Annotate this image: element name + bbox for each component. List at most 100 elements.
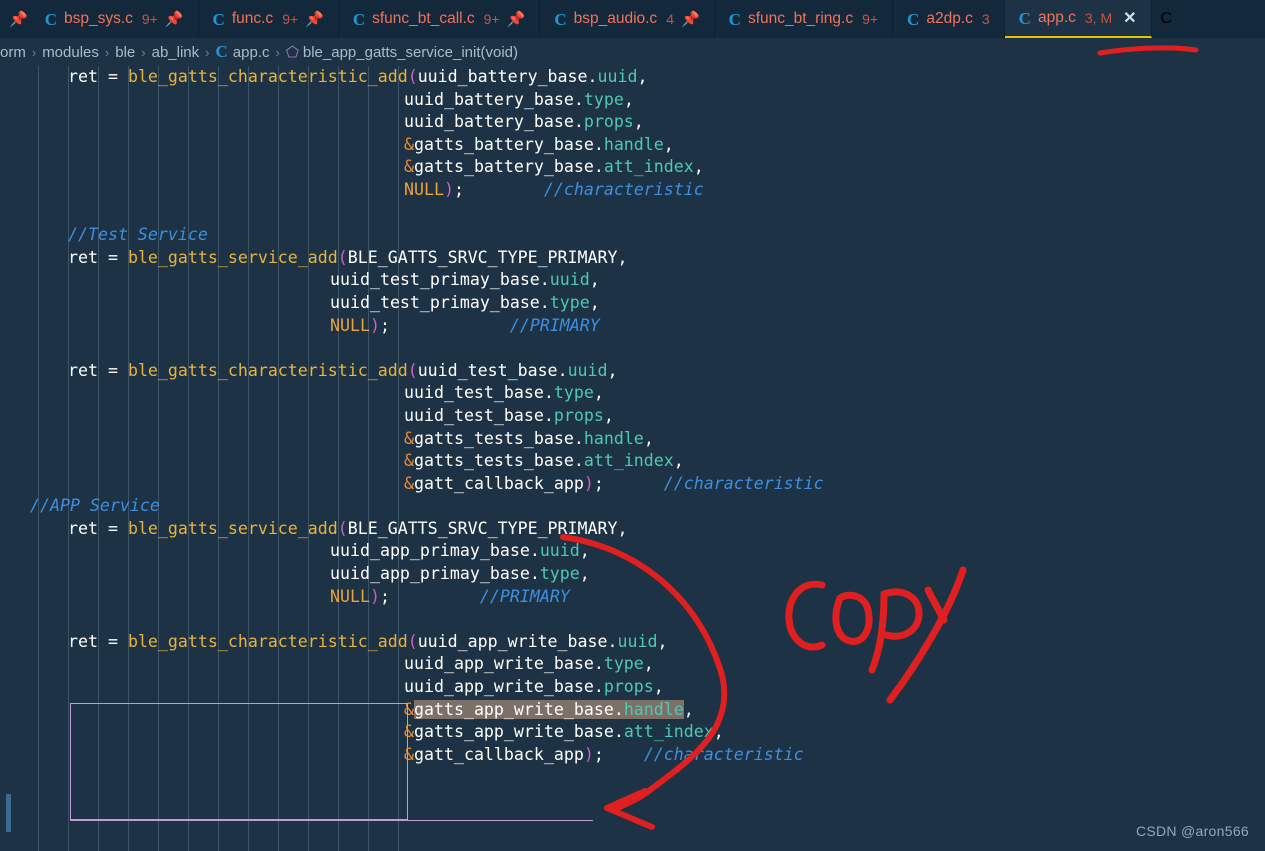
code-token: NULL [330, 315, 370, 335]
breadcrumb-item-2[interactable]: ble [115, 44, 135, 61]
code-token: ; [593, 473, 604, 493]
code-token: . [593, 677, 604, 697]
code-line: uuid_test_primay_base.uuid, [0, 269, 824, 292]
code-token: NULL [404, 179, 444, 199]
code-token: //PRIMARY [479, 586, 570, 606]
code-line: &gatts_tests_base.att_index, [0, 450, 824, 473]
code-token: . [613, 722, 624, 742]
code-line: ret = ble_gatts_service_add(BLE_GATTS_SR… [0, 247, 824, 270]
editor-tab-a2dp-c[interactable]: Ca2dp.c 3 [893, 0, 1005, 38]
tab-file-name: bsp_audio.c [573, 10, 658, 27]
code-token: . [573, 89, 584, 109]
code-text[interactable]: ret = ble_gatts_characteristic_add(uuid_… [0, 66, 824, 766]
breadcrumb-item-4[interactable]: app.c [233, 44, 270, 61]
code-token: ) [583, 473, 594, 493]
code-token: . [573, 112, 584, 132]
pin-icon[interactable]: 📌 [9, 12, 28, 27]
tab-overflow-indicator[interactable]: C [1152, 0, 1182, 38]
code-line: ret = ble_gatts_service_add(BLE_GATTS_SR… [0, 518, 824, 541]
breadcrumb-item-1[interactable]: modules [42, 44, 99, 61]
code-token: . [543, 383, 554, 403]
code-token: uuid [597, 67, 638, 86]
code-token: ( [337, 518, 348, 538]
tab-problem-badge: 4 [666, 11, 674, 27]
code-token: ble_gatts_service_add [127, 518, 338, 538]
code-line: ret = ble_gatts_characteristic_add(uuid_… [0, 360, 824, 383]
c-file-icon: C [554, 9, 567, 29]
code-token: uuid_app_write_base [404, 654, 594, 674]
editor-tab-func-c[interactable]: Cfunc.c 9+ 📌 [199, 0, 339, 38]
tab-problem-badge: 9+ [141, 11, 158, 27]
code-token: //characteristic [543, 179, 704, 199]
code-token: , [579, 564, 590, 584]
breadcrumb-item-3[interactable]: ab_link [152, 44, 200, 61]
code-token: //APP Service [30, 496, 160, 516]
code-line: &gatts_battery_base.handle, [0, 134, 824, 157]
code-line: uuid_app_primay_base.type, [0, 563, 824, 586]
close-icon[interactable]: ✕ [1123, 8, 1136, 28]
code-token: & [404, 473, 414, 493]
code-token: = [107, 360, 128, 380]
pin-icon[interactable]: 📌 [681, 12, 700, 27]
code-token: = [107, 247, 128, 267]
code-token: gatts_app_write_base [414, 699, 614, 719]
code-token: BLE_GATTS_SRVC_TYPE_PRIMARY [347, 518, 618, 538]
code-line: &gatt_callback_app); //characteristic [0, 473, 824, 496]
code-token: ( [407, 631, 418, 651]
code-token: ( [407, 360, 418, 380]
code-token: gatt_callback_app [414, 473, 584, 493]
editor-tab-sfunc-bt-call-c[interactable]: Csfunc_bt_call.c 9+ 📌 [339, 0, 541, 38]
editor-tab-bsp-audio-c[interactable]: Cbsp_audio.c 4 📌 [540, 0, 715, 38]
code-token: type [539, 564, 580, 584]
code-token: , [663, 134, 674, 154]
pin-icon[interactable]: 📌 [165, 12, 184, 27]
code-token: , [683, 699, 694, 719]
code-token: & [404, 451, 414, 471]
chevron-right-icon: › [275, 44, 280, 60]
pin-icon[interactable]: 📌 [507, 12, 526, 27]
c-file-icon: C [1018, 8, 1031, 28]
code-token: , [589, 270, 600, 290]
code-token: ) [369, 315, 380, 335]
breadcrumb[interactable]: orm › modules › ble › ab_link › C app.c … [0, 38, 1265, 66]
c-file-icon: C [907, 9, 920, 29]
editor-tab-bsp-sys-c[interactable]: Cbsp_sys.c 9+ 📌 [37, 0, 199, 38]
code-token: uuid_battery_base [404, 112, 574, 132]
code-line: uuid_app_write_base.props, [0, 676, 824, 699]
breadcrumb-item-0[interactable]: orm [0, 44, 26, 61]
code-token: uuid_battery_base [404, 89, 574, 109]
code-token: , [607, 360, 618, 380]
code-token: ; [379, 586, 390, 606]
code-token: ) [369, 586, 380, 606]
code-token: handle [583, 428, 644, 448]
code-line: uuid_test_base.props, [0, 405, 824, 428]
editor-tab-sfunc-bt-ring-c[interactable]: Csfunc_bt_ring.c 9+ [715, 0, 894, 38]
code-editor[interactable]: ret = ble_gatts_characteristic_add(uuid_… [0, 66, 1265, 851]
code-token: , [579, 541, 590, 561]
tab-problem-badge: 3, M [1084, 10, 1113, 26]
code-token: uuid [549, 270, 590, 290]
code-token: ; [593, 744, 604, 764]
code-token: = [107, 631, 128, 651]
tab-file-name: bsp_sys.c [63, 10, 133, 27]
tab-file-name: a2dp.c [926, 10, 973, 27]
code-token: uuid_test_base [404, 383, 544, 403]
code-line: &gatts_battery_base.att_index, [0, 156, 824, 179]
code-token: . [543, 405, 554, 425]
code-token: att_index [583, 451, 674, 471]
code-token: uuid [539, 541, 580, 561]
code-line: ret = ble_gatts_characteristic_add(uuid_… [0, 66, 824, 89]
code-line: uuid_test_base.type, [0, 382, 824, 405]
tab-file-name: sfunc_bt_ring.c [747, 10, 854, 27]
code-token: handle [623, 699, 684, 719]
code-token: . [557, 360, 568, 380]
pin-icon[interactable]: 📌 [305, 12, 324, 27]
code-token: uuid_app_write_base [404, 677, 594, 697]
c-file-icon: C [215, 42, 228, 61]
editor-tab-app-c[interactable]: Capp.c 3, M ✕ [1004, 0, 1152, 38]
breadcrumb-item-5[interactable]: ble_app_gatts_service_init(void) [303, 44, 518, 61]
code-token: ret [68, 360, 108, 380]
cube-symbol-icon: ⬠ [285, 44, 299, 61]
